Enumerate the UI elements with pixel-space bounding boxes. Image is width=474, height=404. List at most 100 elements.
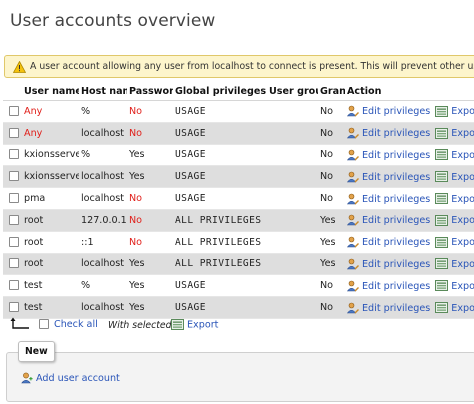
table-row: Any localhost No USAGE No Edit privileges Exp…	[3, 122, 474, 145]
row-select-cell	[3, 231, 22, 254]
user-edit-icon	[347, 280, 359, 292]
grant-cell: Yes	[318, 209, 345, 232]
export-label[interactable]: Export	[451, 106, 474, 117]
export-link[interactable]: Export	[435, 149, 474, 161]
edit-privileges-link[interactable]: Edit privileges	[347, 171, 430, 183]
row-checkbox[interactable]	[9, 302, 19, 313]
edit-privileges-label[interactable]: Edit privileges	[362, 194, 430, 205]
edit-privileges-label[interactable]: Edit privileges	[362, 303, 430, 314]
user-edit-icon	[347, 127, 359, 139]
action-cell: Edit privileges Export	[345, 253, 474, 276]
user-edit-icon	[347, 236, 359, 248]
row-checkbox[interactable]	[9, 280, 19, 291]
export-label[interactable]: Export	[451, 215, 474, 226]
edit-privileges-link[interactable]: Edit privileges	[347, 302, 430, 314]
check-all-checkbox[interactable]	[39, 319, 49, 329]
edit-privileges-link[interactable]: Edit privileges	[347, 149, 430, 161]
edit-privileges-link[interactable]: Edit privileges	[347, 106, 430, 117]
bulk-export-button[interactable]: Export	[171, 319, 218, 331]
export-label[interactable]: Export	[451, 194, 474, 205]
password-cell: Yes	[127, 296, 173, 319]
export-label[interactable]: Export	[451, 172, 474, 183]
password-cell: Yes	[127, 165, 173, 189]
user-name-cell: Any	[22, 100, 79, 123]
export-link[interactable]: Export	[435, 302, 474, 314]
global-privileges-cell: USAGE	[173, 187, 267, 210]
row-select-cell	[3, 187, 22, 210]
user-name-cell: root	[22, 231, 79, 254]
row-checkbox[interactable]	[9, 171, 19, 182]
export-link[interactable]: Export	[435, 236, 474, 248]
edit-privileges-link[interactable]: Edit privileges	[347, 127, 430, 139]
notice-banner: A user account allowing any user from lo…	[4, 55, 474, 78]
user-name-cell: pma	[22, 187, 79, 210]
row-checkbox[interactable]	[9, 149, 19, 160]
column-header-password[interactable]: Password	[127, 82, 173, 101]
export-label[interactable]: Export	[451, 128, 474, 139]
user-edit-icon	[347, 171, 359, 183]
global-privileges-cell: USAGE	[173, 122, 267, 145]
edit-privileges-link[interactable]: Edit privileges	[347, 215, 430, 226]
export-label[interactable]: Export	[451, 259, 474, 270]
edit-privileges-link[interactable]: Edit privileges	[347, 193, 430, 205]
export-label[interactable]: Export	[451, 150, 474, 161]
host-name-cell: %	[79, 100, 127, 123]
grant-cell: No	[318, 296, 345, 319]
global-privileges-cell: ALL PRIVILEGES	[173, 231, 267, 254]
export-label[interactable]: Export	[451, 281, 474, 292]
column-header-grant[interactable]: Grant	[318, 82, 345, 101]
action-cell: Edit privileges Export	[345, 231, 474, 254]
row-checkbox[interactable]	[9, 214, 19, 225]
table-row: test%YesUSAGENoEdit privileges Export	[3, 274, 474, 298]
export-link[interactable]: Export	[435, 193, 474, 205]
export-link[interactable]: Export	[435, 171, 474, 183]
export-icon	[435, 280, 449, 292]
export-link[interactable]: Export	[435, 258, 474, 270]
column-header-user-group[interactable]: User group	[267, 82, 318, 101]
edit-privileges-label[interactable]: Edit privileges	[362, 172, 430, 183]
action-cell: Edit privileges Export	[345, 144, 474, 167]
column-header-host-name[interactable]: Host name	[79, 82, 127, 101]
user-edit-icon	[347, 302, 359, 314]
export-link[interactable]: Export	[435, 105, 474, 117]
user-group-cell	[267, 296, 318, 319]
row-checkbox[interactable]	[9, 258, 19, 269]
global-privileges-cell: ALL PRIVILEGES	[173, 253, 267, 276]
export-link[interactable]: Export	[435, 280, 474, 292]
column-header-global-privileges: Global privileges?	[173, 82, 267, 101]
add-user-account-link[interactable]: Add user account	[21, 372, 120, 384]
user-name-cell: kxionsserver	[22, 144, 79, 167]
check-all-label[interactable]: Check all	[54, 319, 98, 330]
edit-privileges-link[interactable]: Edit privileges	[347, 280, 430, 292]
export-link[interactable]: Export	[435, 214, 474, 226]
row-checkbox[interactable]	[9, 105, 19, 116]
row-checkbox[interactable]	[9, 236, 19, 247]
export-label[interactable]: Export	[451, 237, 474, 248]
global-privileges-cell: ALL PRIVILEGES	[173, 209, 267, 232]
row-checkbox[interactable]	[9, 193, 19, 204]
edit-privileges-label[interactable]: Edit privileges	[362, 106, 430, 117]
edit-privileges-label[interactable]: Edit privileges	[362, 259, 430, 270]
edit-privileges-label[interactable]: Edit privileges	[362, 237, 430, 248]
bulk-export-label[interactable]: Export	[187, 320, 218, 331]
add-user-account-label[interactable]: Add user account	[36, 373, 120, 384]
user-name-cell: root	[22, 209, 79, 232]
table-row: test localhost Yes USAGE No Edit privileges E…	[3, 296, 474, 319]
row-checkbox[interactable]	[9, 127, 19, 138]
edit-privileges-label[interactable]: Edit privileges	[362, 281, 430, 292]
edit-privileges-label[interactable]: Edit privileges	[362, 128, 430, 139]
edit-privileges-label[interactable]: Edit privileges	[362, 150, 430, 161]
edit-privileges-link[interactable]: Edit privileges	[347, 258, 430, 270]
user-edit-icon	[347, 193, 359, 205]
edit-privileges-link[interactable]: Edit privileges	[347, 236, 430, 248]
column-header-user-name[interactable]: User name	[22, 82, 79, 101]
host-name-cell: localhost	[79, 122, 127, 145]
page-title: User accounts overview	[10, 11, 216, 31]
select-column-header	[3, 82, 22, 101]
export-label[interactable]: Export	[451, 303, 474, 314]
check-all-toggle[interactable]: Check all	[39, 319, 98, 330]
export-link[interactable]: Export	[435, 127, 474, 139]
row-select-cell	[3, 253, 22, 276]
table-row: kxionsserver%YesUSAGENoEdit privileges E…	[3, 144, 474, 167]
edit-privileges-label[interactable]: Edit privileges	[362, 215, 430, 226]
